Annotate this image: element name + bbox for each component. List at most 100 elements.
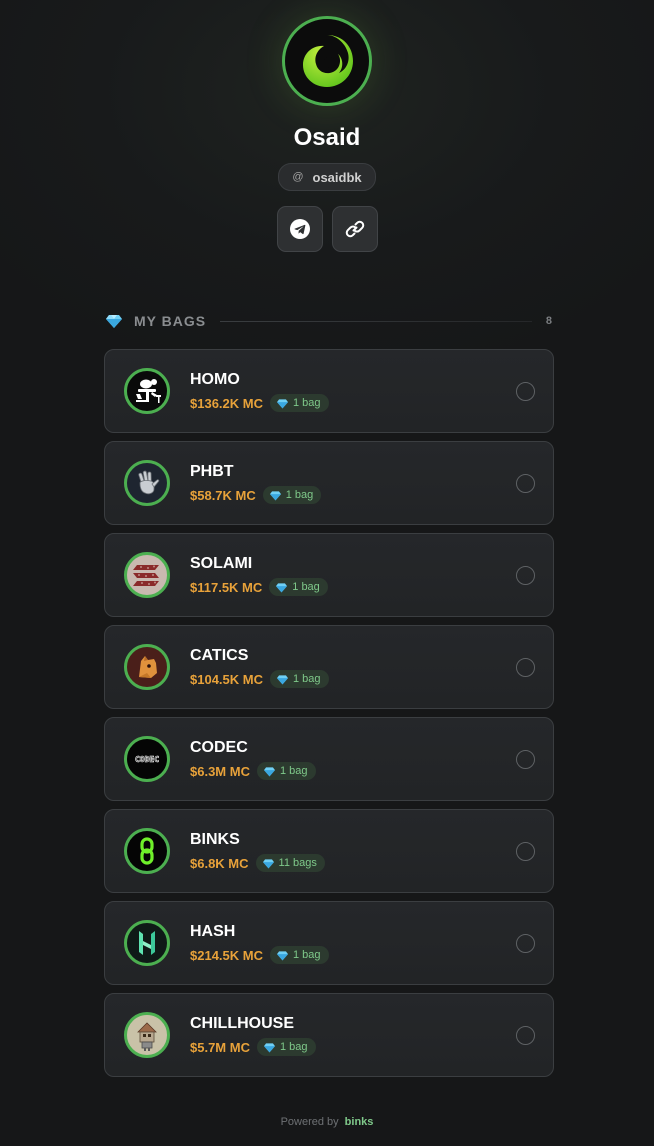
footer-brand-link[interactable]: binks: [345, 1116, 374, 1128]
telegram-icon: [289, 219, 310, 239]
token-meta: $214.5K MC 1 bag: [190, 946, 329, 964]
bag-list: HOMO $136.2K MC 1 bag PHBT $58.7K MC 1 b…: [104, 349, 554, 1085]
phbt-logo-icon: [138, 470, 160, 495]
market-cap: $58.7K MC: [190, 487, 256, 503]
token-logo: [124, 368, 170, 414]
bag-card-chillhouse[interactable]: CHILLHOUSE $5.7M MC 1 bag: [104, 993, 554, 1077]
select-radio[interactable]: [516, 842, 535, 861]
select-radio[interactable]: [516, 1026, 535, 1045]
bag-card-codec[interactable]: CODEC CODEC $6.3M MC 1 bag: [104, 717, 554, 801]
green-swirl-logo-icon: [303, 35, 353, 87]
token-info: SOLAMI $117.5K MC 1 bag: [190, 554, 328, 596]
profile-header: Osaid @ osaidbk: [0, 0, 654, 252]
token-meta: $6.8K MC 11 bags: [190, 854, 325, 872]
token-info: PHBT $58.7K MC 1 bag: [190, 462, 322, 504]
market-cap: $6.3M MC: [190, 763, 250, 779]
select-radio[interactable]: [516, 382, 535, 401]
solami-logo-icon: [133, 565, 159, 586]
bag-badge-label: 1 bag: [292, 581, 320, 593]
binks-logo-icon: [140, 837, 154, 865]
select-radio[interactable]: [516, 750, 535, 769]
homo-logo-icon: [136, 379, 161, 403]
token-logo: [124, 460, 170, 506]
token-info: HOMO $136.2K MC 1 bag: [190, 370, 329, 412]
chillhouse-logo-icon: [137, 1022, 157, 1051]
bag-count-badge: 1 bag: [256, 1038, 316, 1056]
token-logo: [124, 920, 170, 966]
token-name: CATICS: [190, 647, 249, 664]
select-radio[interactable]: [516, 566, 535, 585]
token-meta: $58.7K MC 1 bag: [190, 486, 322, 504]
diamond-icon: [106, 315, 122, 328]
token-logo: CODEC: [124, 736, 170, 782]
diamond-icon: [263, 1042, 275, 1052]
diamond-icon: [263, 766, 275, 776]
codec-logo-icon: CODEC: [135, 755, 160, 765]
token-name: HASH: [190, 923, 236, 940]
market-cap: $6.8K MC: [190, 855, 249, 871]
token-meta: $5.7M MC 1 bag: [190, 1038, 316, 1056]
bag-count-badge: 11 bags: [255, 854, 325, 872]
token-info: HASH $214.5K MC 1 bag: [190, 922, 329, 964]
market-cap: $5.7M MC: [190, 1039, 250, 1055]
bag-card-phbt[interactable]: PHBT $58.7K MC 1 bag: [104, 441, 554, 525]
market-cap: $117.5K MC: [190, 579, 263, 595]
bag-badge-label: 1 bag: [279, 1041, 308, 1053]
diamond-icon: [276, 950, 288, 960]
market-cap: $104.5K MC: [190, 671, 263, 687]
bag-count-badge: 1 bag: [256, 762, 316, 780]
bag-badge-label: 11 bags: [278, 857, 317, 869]
diamond-icon: [276, 398, 288, 408]
footer: Powered by binks: [0, 1116, 654, 1128]
bag-count-badge: 1 bag: [269, 394, 329, 412]
token-name: PHBT: [190, 463, 234, 480]
bag-card-homo[interactable]: HOMO $136.2K MC 1 bag: [104, 349, 554, 433]
profile-avatar: [282, 16, 372, 106]
token-info: CATICS $104.5K MC 1 bag: [190, 646, 329, 688]
social-links: [276, 206, 378, 252]
market-cap: $214.5K MC: [190, 947, 263, 963]
select-radio[interactable]: [516, 474, 535, 493]
token-name: CODEC: [190, 739, 248, 756]
diamond-icon: [276, 674, 288, 684]
token-logo: [124, 644, 170, 690]
diamond-icon: [269, 490, 281, 500]
link-button[interactable]: [331, 206, 378, 252]
token-meta: $104.5K MC 1 bag: [190, 670, 329, 688]
token-name: SOLAMI: [190, 555, 253, 572]
bag-card-catics[interactable]: CATICS $104.5K MC 1 bag: [104, 625, 554, 709]
link-icon: [345, 220, 364, 238]
profile-handle: osaidbk: [312, 169, 362, 185]
token-meta: $6.3M MC 1 bag: [190, 762, 316, 780]
token-name: BINKS: [190, 831, 240, 848]
at-sign: @: [292, 171, 304, 183]
token-info: BINKS $6.8K MC 11 bags: [190, 830, 325, 872]
bag-count-badge: 1 bag: [262, 486, 322, 504]
my-bags-header: MY BAGS 8: [106, 310, 554, 332]
footer-prefix: Powered by: [280, 1116, 339, 1128]
bag-count-badge: 1 bag: [269, 946, 329, 964]
bag-card-solami[interactable]: SOLAMI $117.5K MC 1 bag: [104, 533, 554, 617]
bag-count-badge: 1 bag: [269, 670, 329, 688]
bag-count: 8: [545, 315, 552, 327]
bag-badge-label: 1 bag: [285, 489, 314, 501]
token-meta: $117.5K MC 1 bag: [190, 578, 328, 596]
profile-handle-badge[interactable]: @ osaidbk: [278, 163, 376, 191]
token-logo: [124, 828, 170, 874]
token-name: HOMO: [190, 371, 240, 388]
select-radio[interactable]: [516, 658, 535, 677]
diamond-icon: [276, 582, 288, 592]
bag-card-binks[interactable]: BINKS $6.8K MC 11 bags: [104, 809, 554, 893]
bag-badge-label: 1 bag: [292, 673, 321, 685]
bag-count-badge: 1 bag: [269, 578, 328, 596]
bag-card-hash[interactable]: HASH $214.5K MC 1 bag: [104, 901, 554, 985]
profile-name: Osaid: [293, 124, 361, 151]
telegram-button[interactable]: [276, 206, 323, 252]
select-radio[interactable]: [516, 934, 535, 953]
token-name: CHILLHOUSE: [190, 1015, 294, 1032]
token-meta: $136.2K MC 1 bag: [190, 394, 329, 412]
bag-badge-label: 1 bag: [292, 949, 321, 961]
section-title: MY BAGS: [134, 313, 207, 329]
token-logo: [124, 552, 170, 598]
bag-badge-label: 1 bag: [279, 765, 308, 777]
